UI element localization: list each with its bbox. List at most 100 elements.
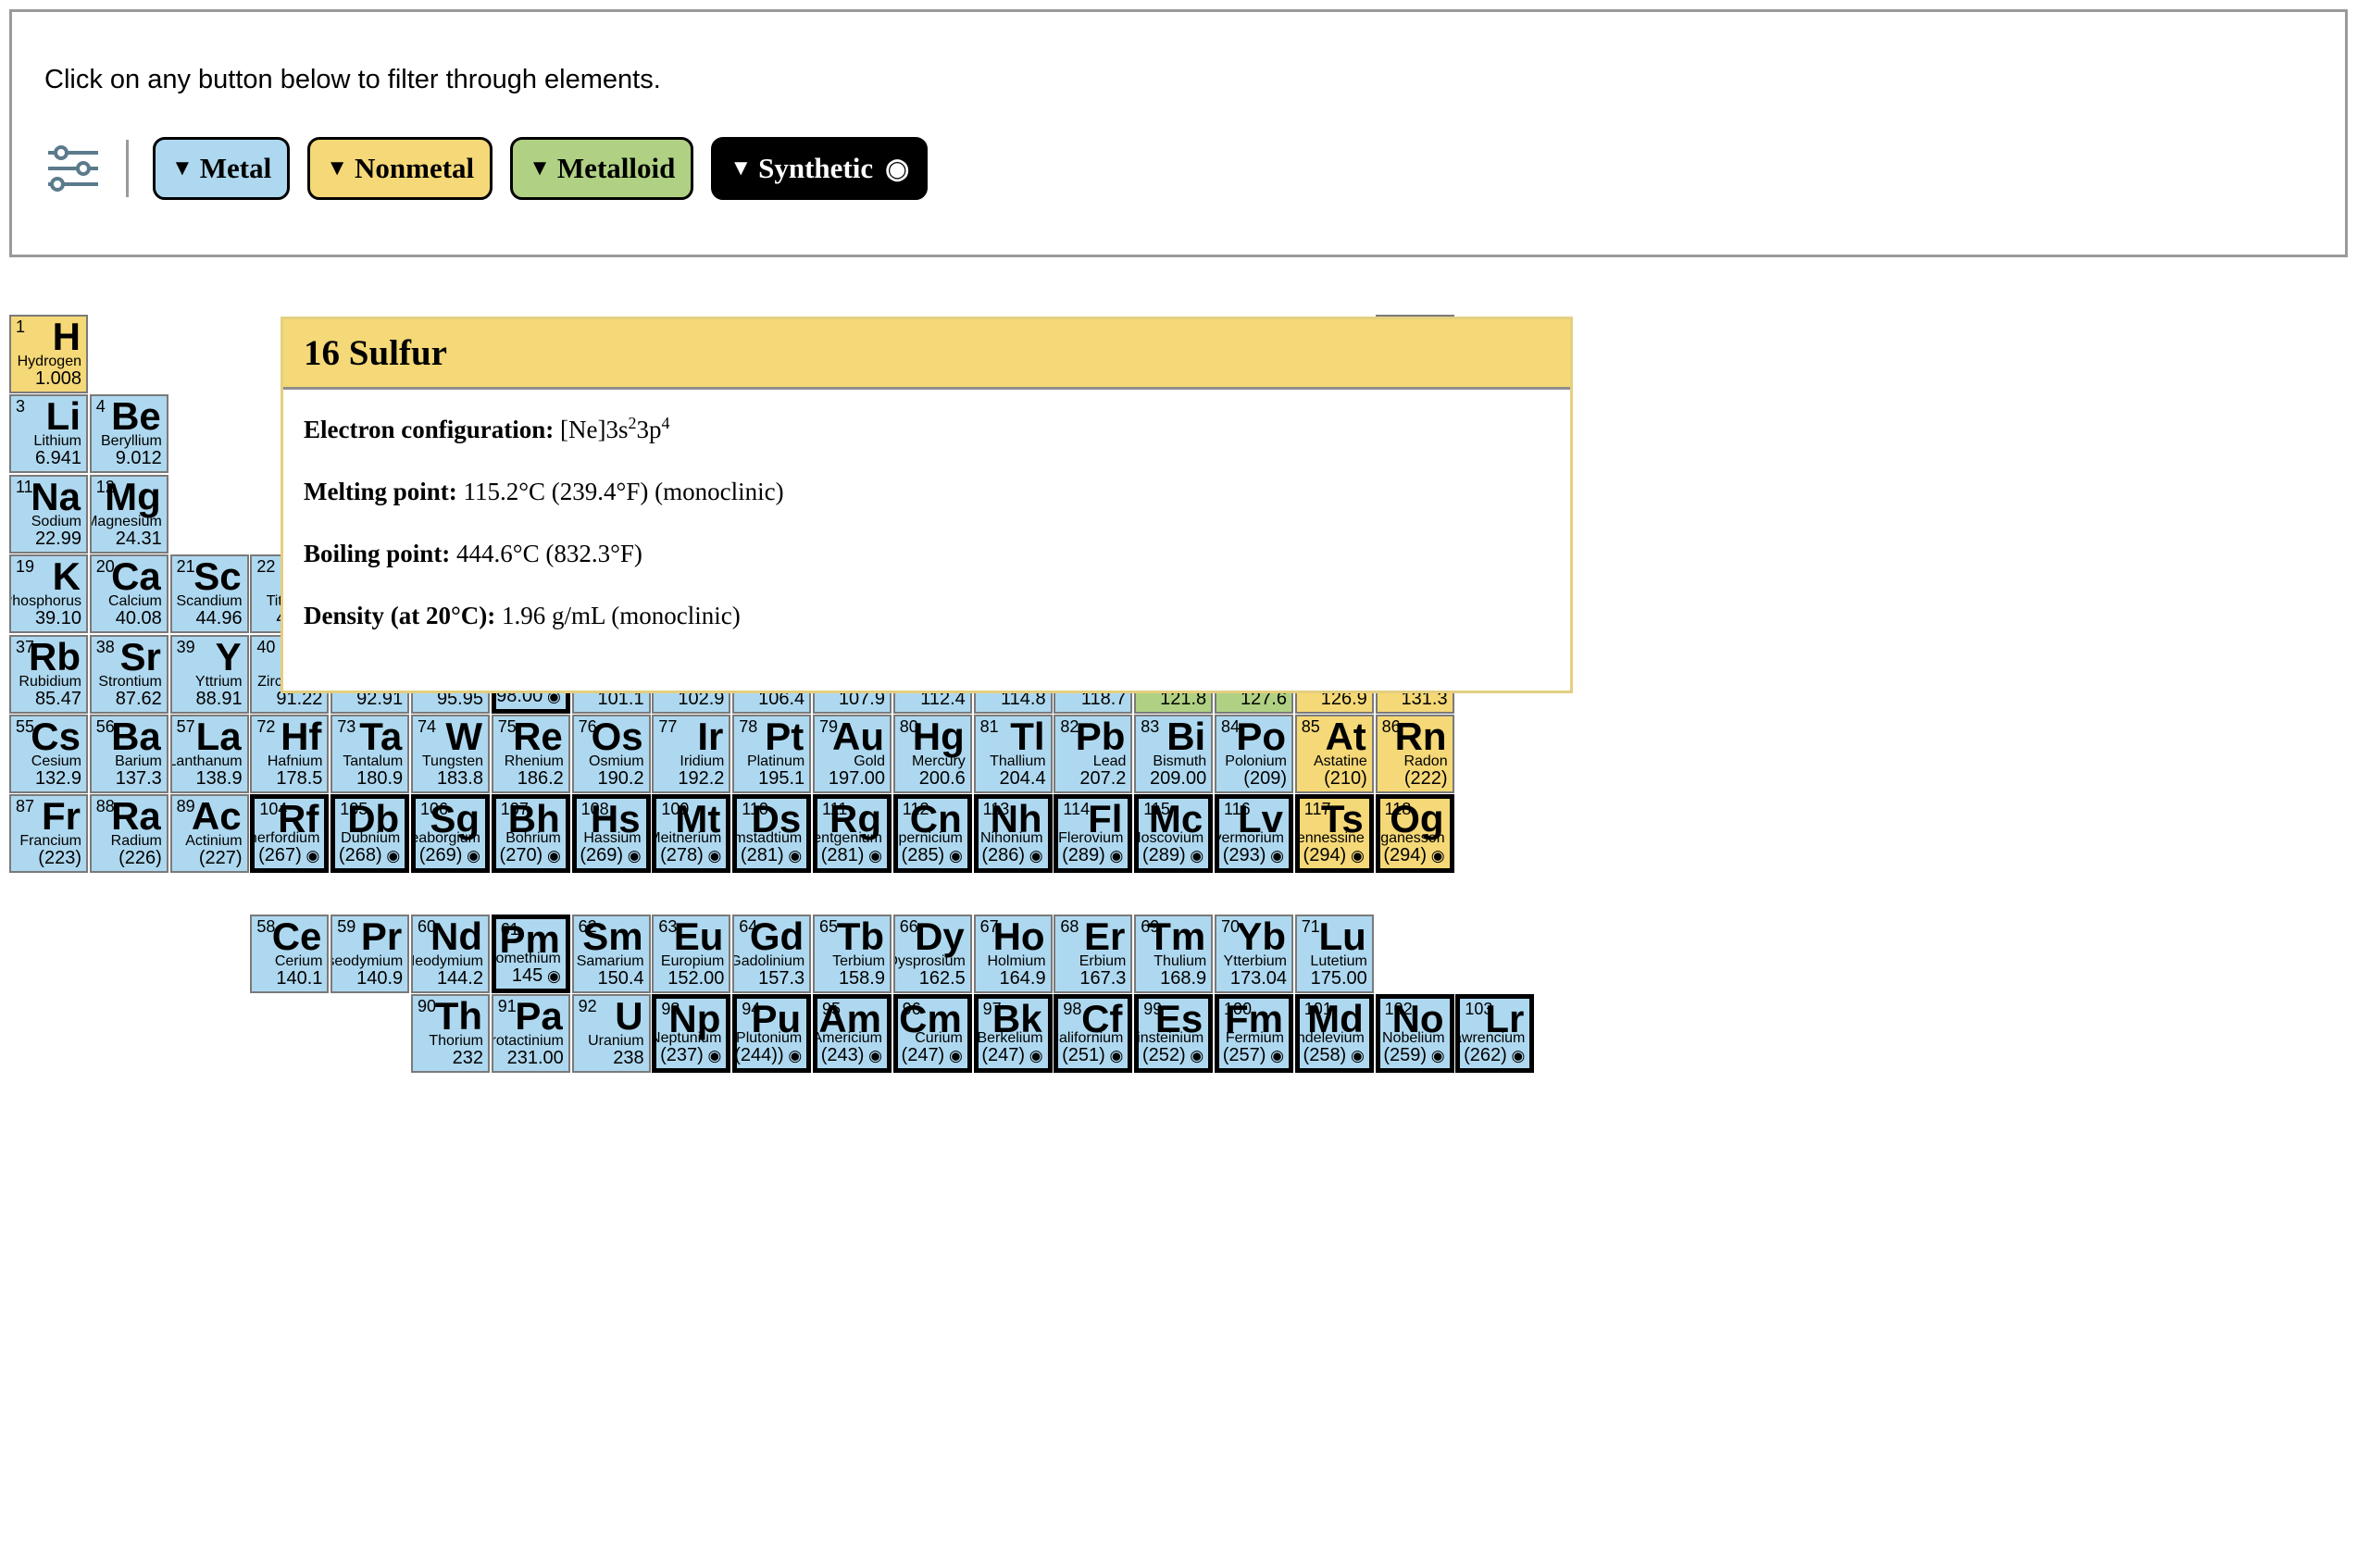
element-cell-h[interactable]: 1 H Hydrogen 1.008 — [9, 315, 88, 393]
element-cell-po[interactable]: 84 Po Polonium (209) — [1215, 715, 1293, 793]
element-cell-lu[interactable]: 71 Lu Lutetium 175.00 — [1294, 915, 1374, 993]
element-cell-cn[interactable]: 112CnCopernicium(285) ◉ — [892, 794, 972, 874]
atomic-mass-value: 87.62 — [115, 688, 162, 709]
element-cell-bi[interactable]: 83 Bi Bismuth 209.00 — [1134, 715, 1214, 793]
atomic-mass-value: 175.00 — [1310, 968, 1367, 989]
element-cell-sc[interactable]: 21 Sc Scandium 44.96 — [169, 554, 249, 634]
element-cell-yb[interactable]: 70 Yb Ytterbium 173.04 — [1215, 915, 1293, 993]
element-cell-og[interactable]: 118 Og Oganesson (294) ◉ — [1375, 794, 1454, 874]
element-cell-mc[interactable]: 115 Mc Moscovium (289) ◉ — [1134, 794, 1214, 874]
element-cell-ac[interactable]: 89 Ac Actinium (227) — [169, 794, 249, 874]
element-cell-lr[interactable]: 103LrLawrencium(262) ◉ — [1455, 994, 1535, 1074]
element-name: Radium — [110, 833, 162, 850]
element-cell-ca[interactable]: 20 Ca Calcium 40.08 — [89, 554, 168, 634]
element-name: Hydrogen — [17, 354, 81, 369]
element-cell-k[interactable]: 19 K Phosphorus 39.10 — [9, 554, 88, 634]
element-cell-db[interactable]: 105 Db Dubnium (268) ◉ — [330, 794, 410, 874]
element-cell-rg[interactable]: 111RgRoentgenium(281) ◉ — [813, 794, 892, 874]
element-cell-pt[interactable]: 78 Pt Platinum 195.1 — [732, 715, 812, 793]
element-cell-tb[interactable]: 65 Tb Terbium 158.9 — [813, 915, 892, 993]
filter-button-synthetic[interactable]: ▼ Synthetic ◉ — [711, 137, 929, 200]
radioactive-icon: ◉ — [381, 847, 401, 865]
element-cell-fm[interactable]: 100 Fm Fermium (257) ◉ — [1215, 994, 1293, 1074]
filter-button-metalloid[interactable]: ▼ Metalloid — [510, 137, 694, 200]
element-cell-fr[interactable]: 87 Fr Francium (223) — [9, 794, 88, 874]
element-cell-mt[interactable]: 109 Mt Meitnerium (278) ◉ — [652, 794, 731, 874]
atomic-mass-value: (222) — [1403, 768, 1448, 789]
element-name: Einsteinium — [1134, 1030, 1204, 1047]
element-cell-hg[interactable]: 80 Hg Mercury 200.6 — [892, 715, 972, 793]
element-cell-dy[interactable]: 66 Dy Dysprosium 162.5 — [892, 915, 972, 993]
element-cell-pr[interactable]: 59PrPraseodymium140.9 — [330, 915, 410, 993]
atomic-mass: (278) ◉ — [660, 846, 721, 865]
element-cell-sm[interactable]: 62 Sm Samarium 150.4 — [571, 915, 651, 993]
element-cell-fl[interactable]: 114 Fl Flerovium (289) ◉ — [1054, 794, 1133, 874]
element-cell-sg[interactable]: 106SgSeaborgium(269) ◉ — [411, 794, 490, 874]
element-cell-pb[interactable]: 82 Pb Lead 207.2 — [1054, 715, 1133, 793]
element-cell-cm[interactable]: 96 Cm Curium (247) ◉ — [892, 994, 972, 1074]
filter-button-metal[interactable]: ▼ Metal — [153, 137, 291, 200]
element-cell-ce[interactable]: 58 Ce Cerium 140.1 — [250, 915, 330, 993]
atomic-number: 72 — [256, 717, 276, 736]
atomic-mass: 183.8 — [437, 769, 483, 788]
element-cell-sr[interactable]: 38 Sr Strontium 87.62 — [89, 634, 168, 714]
element-cell-cs[interactable]: 55 Cs Cesium 132.9 — [9, 715, 88, 793]
element-cell-am[interactable]: 95 Am Americium (243) ◉ — [813, 994, 892, 1074]
atomic-mass-value: 85.47 — [34, 688, 81, 709]
element-name: Rubidium — [19, 673, 81, 690]
element-cell-eu[interactable]: 63 Eu Europium 152.00 — [652, 915, 731, 993]
element-cell-ra[interactable]: 88 Ra Radium (226) — [89, 794, 168, 874]
element-cell-li[interactable]: 3 Li Lithium 6.941 — [9, 394, 88, 474]
element-cell-pa[interactable]: 91PaProtactinium231.00 — [491, 994, 570, 1074]
element-cell-gd[interactable]: 64 Gd Gadolinium 157.3 — [732, 915, 812, 993]
element-cell-er[interactable]: 68 Er Erbium 167.3 — [1054, 915, 1133, 993]
element-cell-tm[interactable]: 69 Tm Thulium 168.9 — [1134, 915, 1214, 993]
atomic-mass-value: (247) — [901, 1045, 945, 1066]
sliders-icon[interactable] — [44, 140, 102, 197]
element-cell-es[interactable]: 99 Es Einsteinium (252) ◉ — [1134, 994, 1214, 1074]
element-cell-ho[interactable]: 67 Ho Holmium 164.9 — [973, 915, 1053, 993]
element-cell-lv[interactable]: 116LvLivermorium(293) ◉ — [1215, 794, 1293, 874]
element-cell-mg[interactable]: 12 Mg Magnesium 24.31 — [89, 474, 168, 554]
element-cell-be[interactable]: 4 Be Beryllium 9.012 — [89, 394, 168, 474]
element-cell-au[interactable]: 79 Au Gold 197.00 — [813, 715, 892, 793]
element-cell-at[interactable]: 85 At Astatine (210) — [1294, 715, 1374, 793]
element-cell-nd[interactable]: 60 Nd Neodymium 144.2 — [411, 915, 490, 993]
element-cell-pu[interactable]: 94 Pu Plutonium (244)) ◉ — [732, 994, 812, 1074]
element-cell-rb[interactable]: 37 Rb Rubidium 85.47 — [9, 634, 88, 714]
element-cell-w[interactable]: 74 W Tungsten 183.8 — [411, 715, 490, 793]
element-cell-cf[interactable]: 98 Cf Californium (251) ◉ — [1054, 994, 1133, 1074]
element-cell-ds[interactable]: 110DsDarmstadtium(281) ◉ — [732, 794, 812, 874]
element-cell-na[interactable]: 11 Na Sodium 22.99 — [9, 474, 88, 554]
element-name: Dysprosium — [892, 953, 966, 969]
element-cell-th[interactable]: 90 Th Thorium 232 — [411, 994, 490, 1074]
element-cell-np[interactable]: 93 Np Neptunium (237) ◉ — [652, 994, 731, 1074]
element-cell-tl[interactable]: 81 Tl Thallium 204.4 — [973, 715, 1053, 793]
element-cell-rn[interactable]: 86 Rn Radon (222) — [1375, 715, 1454, 793]
element-cell-md[interactable]: 101MdMendelevium(258) ◉ — [1294, 994, 1374, 1074]
element-cell-os[interactable]: 76 Os Osmium 190.2 — [571, 715, 651, 793]
atomic-mass: 88.91 — [196, 690, 243, 708]
element-cell-hs[interactable]: 108 Hs Hassium (269) ◉ — [571, 794, 651, 874]
atomic-mass-value: 24.31 — [115, 528, 162, 549]
element-cell-no[interactable]: 102 No Nobelium (259) ◉ — [1375, 994, 1454, 1074]
atomic-mass: 231.00 — [507, 1049, 564, 1067]
element-cell-la[interactable]: 57 La Lanthanum 138.9 — [169, 715, 249, 793]
element-cell-ts[interactable]: 117 Ts Tennessine (294) ◉ — [1294, 794, 1374, 874]
atomic-mass: (243) ◉ — [821, 1046, 882, 1064]
element-cell-hf[interactable]: 72 Hf Hafnium 178.5 — [250, 715, 330, 793]
element-cell-bk[interactable]: 97 Bk Berkelium (247) ◉ — [973, 994, 1053, 1074]
element-cell-y[interactable]: 39 Y Yttrium 88.91 — [169, 634, 249, 714]
element-cell-ta[interactable]: 73 Ta Tantalum 180.9 — [330, 715, 410, 793]
element-cell-u[interactable]: 92 U Uranium 238 — [571, 994, 651, 1074]
element-cell-nh[interactable]: 113 Nh Nihonium (286) ◉ — [973, 794, 1053, 874]
element-cell-re[interactable]: 75 Re Rhenium 186.2 — [491, 715, 570, 793]
element-cell-ir[interactable]: 77 Ir Iridium 192.2 — [652, 715, 731, 793]
element-cell-ba[interactable]: 56 Ba Barium 137.3 — [89, 715, 168, 793]
element-cell-rf[interactable]: 104RfRutherfordium(267) ◉ — [250, 794, 330, 874]
element-cell-bh[interactable]: 107 Bh Bohrium (270) ◉ — [491, 794, 570, 874]
element-cell-pm[interactable]: 61PmPromethium145 ◉ — [491, 915, 570, 993]
atomic-mass: (289) ◉ — [1142, 846, 1203, 865]
filter-button-nonmetal[interactable]: ▼ Nonmetal — [307, 137, 493, 200]
element-name: Gadolinium — [732, 953, 805, 969]
